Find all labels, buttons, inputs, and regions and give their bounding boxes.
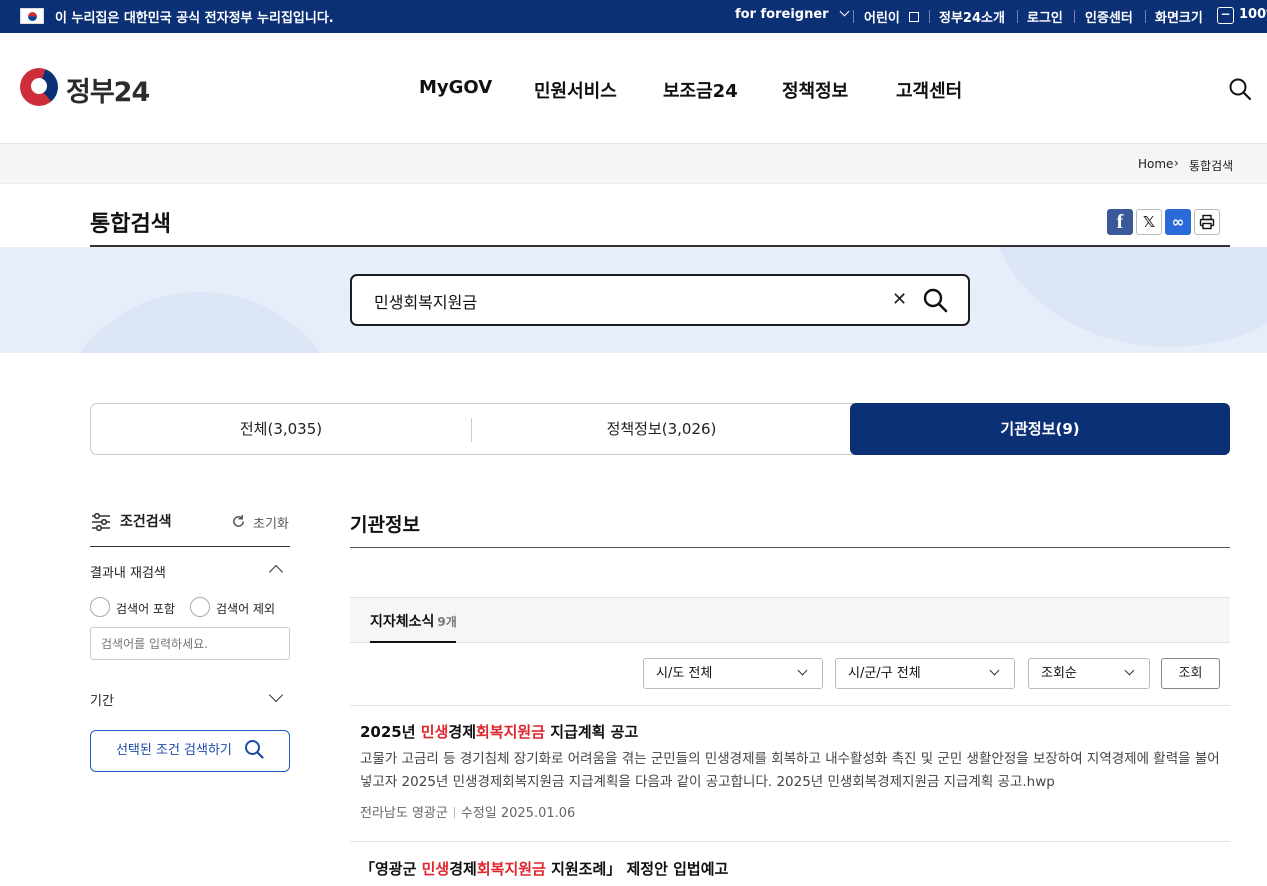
search-input[interactable] bbox=[374, 288, 874, 314]
kids-link[interactable]: 어린이 bbox=[864, 7, 920, 26]
gov-notice-bar: 이 누리집은 대한민국 공식 전자정부 누리집입니다. for foreigne… bbox=[0, 0, 1267, 33]
chevron-down-icon bbox=[797, 665, 808, 676]
external-link-icon bbox=[909, 12, 920, 22]
subtab-active-indicator bbox=[370, 641, 456, 643]
period-label[interactable]: 기간 bbox=[90, 690, 114, 709]
sigungu-select-value: 시/군/구 전체 bbox=[848, 666, 921, 681]
clear-icon[interactable]: ✕ bbox=[892, 289, 907, 310]
sort-select-value: 조회순 bbox=[1041, 666, 1077, 681]
radio-exclude-label: 검색어 제외 bbox=[216, 602, 276, 616]
chevron-down-icon bbox=[839, 6, 850, 17]
print-icon[interactable] bbox=[1194, 209, 1220, 235]
link-copy-icon[interactable]: ∞ bbox=[1165, 209, 1191, 235]
result-meta: 전라남도 영광군 수정일 2025.01.06 bbox=[360, 802, 575, 821]
sigungu-select[interactable]: 시/군/구 전체 bbox=[835, 658, 1015, 689]
subtab-label: 지자체소식 bbox=[370, 614, 435, 630]
nav-subsidy24[interactable]: 보조금24 bbox=[663, 77, 738, 103]
chevron-down-icon[interactable] bbox=[268, 687, 284, 703]
kids-label: 어린이 bbox=[864, 11, 900, 26]
nav-policy-info[interactable]: 정책정보 bbox=[782, 77, 848, 103]
reset-button[interactable]: 초기화 bbox=[253, 513, 289, 532]
section-title: 기관정보 bbox=[350, 514, 420, 536]
result-title[interactable]: 「영광군 민생경제회복지원금 지원조례」 제정안 입법예고 bbox=[360, 858, 728, 879]
site-header: 정부24 MyGOV 민원서비스 보조금24 정책정보 고객센터 bbox=[0, 33, 1267, 144]
section-divider bbox=[350, 547, 1230, 548]
filter-sliders-icon bbox=[92, 512, 110, 532]
chevron-down-icon bbox=[989, 665, 1000, 676]
nav-civil-service[interactable]: 민원서비스 bbox=[534, 77, 617, 103]
tab-policy-info[interactable]: 정책정보(3,026) bbox=[472, 404, 851, 454]
nav-customer-center[interactable]: 고객센터 bbox=[896, 77, 962, 103]
filter-divider bbox=[350, 705, 1230, 706]
breadcrumb-home[interactable]: Home bbox=[1138, 157, 1173, 171]
query-button[interactable]: 조회 bbox=[1161, 658, 1220, 689]
result-title[interactable]: 2025년 민생경제회복지원금 지급계획 공고 bbox=[360, 721, 638, 742]
search-icon[interactable] bbox=[1228, 77, 1252, 101]
result-divider bbox=[350, 841, 1230, 842]
page-title: 통합검색 bbox=[90, 212, 171, 237]
apply-conditions-button[interactable]: 선택된 조건 검색하기 bbox=[90, 730, 290, 772]
result-description: 고물가 고금리 등 경기침체 장기화로 어려움을 겪는 군민들의 민생경제를 회… bbox=[360, 751, 1220, 790]
nav-mygov[interactable]: MyGOV bbox=[419, 77, 492, 98]
result-org: 전라남도 영광군 bbox=[360, 806, 448, 821]
apply-conditions-label: 선택된 조건 검색하기 bbox=[115, 743, 232, 758]
refine-search-label[interactable]: 결과내 재검색 bbox=[90, 562, 166, 581]
radio-include-label: 검색어 포함 bbox=[116, 602, 176, 616]
login-link[interactable]: 로그인 bbox=[1027, 7, 1063, 26]
logo-text: 정부24 bbox=[66, 77, 150, 108]
breadcrumb: Home › 통합검색 bbox=[0, 144, 1267, 184]
radio-exclude[interactable] bbox=[190, 597, 210, 617]
chevron-up-icon[interactable] bbox=[268, 564, 284, 580]
for-foreigner-label: for foreigner bbox=[735, 7, 829, 22]
subtab-bar: 지자체소식 9개 bbox=[350, 597, 1230, 643]
condition-search-heading: 조건검색 bbox=[120, 514, 172, 530]
korea-flag-icon bbox=[20, 8, 44, 24]
result-tabs: 전체(3,035) 정책정보(3,026) 기관정보(9) bbox=[90, 403, 1230, 455]
sido-select[interactable]: 시/도 전체 bbox=[643, 658, 823, 689]
x-share-icon[interactable]: 𝕏 bbox=[1136, 209, 1162, 235]
tab-all[interactable]: 전체(3,035) bbox=[91, 404, 471, 454]
zoom-out-button[interactable]: − bbox=[1217, 7, 1234, 24]
search-icon bbox=[245, 740, 264, 759]
about-link[interactable]: 정부24소개 bbox=[939, 7, 1005, 26]
screen-size-label: 화면크기 bbox=[1155, 11, 1203, 26]
facebook-share-icon[interactable]: f bbox=[1107, 209, 1133, 235]
refresh-icon[interactable] bbox=[231, 514, 246, 529]
chevron-down-icon bbox=[1124, 665, 1135, 676]
chevron-right-icon: › bbox=[1174, 156, 1179, 170]
radio-include[interactable] bbox=[90, 597, 110, 617]
subtab-local-news[interactable]: 지자체소식 9개 bbox=[370, 611, 457, 631]
search-icon[interactable] bbox=[922, 287, 948, 313]
sort-select[interactable]: 조회순 bbox=[1028, 658, 1150, 689]
result-modified: 수정일 2025.01.06 bbox=[460, 806, 576, 821]
sidebar-divider bbox=[90, 546, 290, 547]
subtab-count: 9개 bbox=[437, 615, 457, 629]
taegeuk-logo-icon bbox=[20, 68, 58, 106]
sido-select-value: 시/도 전체 bbox=[656, 666, 713, 681]
for-foreigner-menu[interactable]: for foreigner bbox=[735, 6, 850, 22]
tab-agency-info[interactable]: 기관정보(9) bbox=[850, 403, 1230, 455]
zoom-level: 100% bbox=[1239, 7, 1267, 22]
main-search-box: ✕ bbox=[350, 274, 970, 326]
refine-search-input[interactable] bbox=[90, 627, 290, 660]
breadcrumb-current: 통합검색 bbox=[1189, 159, 1234, 173]
gov-notice-text[interactable]: 이 누리집은 대한민국 공식 전자정부 누리집입니다. bbox=[55, 7, 334, 26]
cert-center-link[interactable]: 인증센터 bbox=[1085, 7, 1133, 26]
